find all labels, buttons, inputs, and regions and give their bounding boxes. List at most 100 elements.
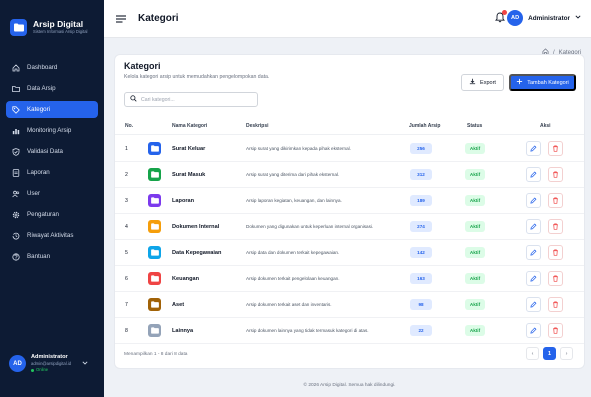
- brand[interactable]: Arsip Digital Sistem Informasi Arsip Dig…: [0, 0, 104, 40]
- edit-button[interactable]: [526, 141, 541, 156]
- delete-button[interactable]: [548, 167, 563, 182]
- history-icon: [12, 232, 20, 240]
- status-badge: Aktif: [465, 273, 485, 284]
- row-number: 2: [125, 172, 128, 178]
- trash-icon: [553, 197, 558, 204]
- sidebar-item-user[interactable]: User: [6, 185, 98, 202]
- check-shield-icon: [12, 147, 20, 156]
- user-menu[interactable]: AD Administrator: [507, 10, 581, 26]
- status-badge: Aktif: [465, 143, 485, 154]
- plus-icon: [516, 78, 523, 87]
- avatar: AD: [9, 355, 26, 372]
- delete-button[interactable]: [548, 323, 563, 338]
- sidebar-item-pengaturan[interactable]: Pengaturan: [6, 206, 98, 223]
- category-description: Arsip data dan dokumen terkait kepegawai…: [246, 250, 340, 255]
- download-icon: [469, 78, 476, 87]
- pencil-icon: [530, 275, 537, 282]
- sidebar-item-dashboard[interactable]: Dashboard: [6, 59, 98, 76]
- table-header: No. Nama Kategori Deskripsi Jumlah Arsip…: [115, 118, 584, 135]
- profile-name: Administrator: [31, 354, 68, 360]
- delete-button[interactable]: [548, 245, 563, 260]
- category-name: Surat Masuk: [172, 172, 206, 178]
- category-name: Aset: [172, 302, 185, 308]
- category-folder-icon: [148, 142, 161, 155]
- sidebar-item-monitoring-arsip[interactable]: Monitoring Arsip: [6, 122, 98, 139]
- edit-button[interactable]: [526, 245, 541, 260]
- trash-icon: [553, 249, 558, 256]
- chevron-down-icon[interactable]: [82, 360, 88, 367]
- home-icon: [12, 63, 20, 72]
- add-category-button[interactable]: Tambah Kategori: [509, 74, 576, 91]
- sidebar-item-data-arsip[interactable]: Data Arsip: [6, 80, 98, 97]
- edit-button[interactable]: [526, 193, 541, 208]
- table-row: 4 Dokumen Internal Dokumen yang digunaka…: [115, 214, 584, 240]
- row-number: 5: [125, 250, 128, 256]
- status-badge: Aktif: [465, 221, 485, 232]
- archive-count-badge: 22: [410, 325, 432, 336]
- table-row: 7 Aset Arsip dokumen terkait aset dan in…: [115, 292, 584, 318]
- category-description: Arsip dokumen terkait aset dan inventari…: [246, 302, 332, 307]
- sidebar-nav: Dashboard Data Arsip Kategori Monitoring…: [0, 59, 104, 269]
- export-button[interactable]: Export: [461, 74, 504, 91]
- sidebar-item-label: Pengaturan: [27, 211, 59, 218]
- table-row: 5 Data Kepegawaian Arsip data dan dokume…: [115, 240, 584, 266]
- delete-button[interactable]: [548, 141, 563, 156]
- header-no: No.: [125, 123, 134, 129]
- table-row: 8 Lainnya Arsip dokumen lainnya yang tid…: [115, 318, 584, 344]
- add-category-button-label: Tambah Kategori: [527, 79, 569, 86]
- edit-button[interactable]: [526, 167, 541, 182]
- search-input[interactable]: [141, 96, 251, 103]
- status-badge: Aktif: [465, 325, 485, 336]
- page-button-1[interactable]: 1: [543, 347, 556, 360]
- table-row: 3 Laporan Arsip laporan kegiatan, keuang…: [115, 188, 584, 214]
- prev-page-button[interactable]: ‹: [526, 347, 539, 360]
- edit-button[interactable]: [526, 271, 541, 286]
- category-description: Arsip surat yang diterima dari pihak eks…: [246, 172, 340, 177]
- sidebar-item-riwayat-aktivitas[interactable]: Riwayat Aktivitas: [6, 227, 98, 244]
- category-folder-icon: [148, 272, 161, 285]
- sidebar-item-label: Kategori: [27, 106, 51, 113]
- sidebar-profile[interactable]: AD Administrator admin@arsipdigital.id O…: [9, 354, 88, 373]
- trash-icon: [553, 301, 558, 308]
- sidebar-item-kategori[interactable]: Kategori: [6, 101, 98, 118]
- delete-button[interactable]: [548, 219, 563, 234]
- category-description: Arsip dokumen terkait pengelolaan keuang…: [246, 276, 340, 281]
- edit-button[interactable]: [526, 323, 541, 338]
- delete-button[interactable]: [548, 193, 563, 208]
- category-name: Dokumen Internal: [172, 224, 220, 230]
- sidebar-item-label: Data Arsip: [27, 85, 56, 92]
- category-folder-icon: [148, 298, 161, 311]
- header-action: Aksi: [540, 123, 551, 129]
- pencil-icon: [530, 197, 537, 204]
- archive-count-badge: 98: [410, 299, 432, 310]
- sidebar-item-label: User: [27, 190, 41, 197]
- edit-button[interactable]: [526, 297, 541, 312]
- archive-count-badge: 163: [410, 273, 432, 284]
- row-number: 1: [125, 146, 128, 152]
- status-badge: Aktif: [465, 247, 485, 258]
- export-button-label: Export: [480, 79, 496, 86]
- sidebar-item-bantuan[interactable]: Bantuan: [6, 248, 98, 265]
- folder-icon: [12, 85, 20, 93]
- sidebar-item-label: Laporan: [27, 169, 50, 176]
- brand-title: Arsip Digital: [33, 19, 84, 29]
- category-name: Data Kepegawaian: [172, 250, 222, 256]
- edit-button[interactable]: [526, 219, 541, 234]
- gear-icon: [12, 211, 20, 219]
- header-name: Nama Kategori: [172, 123, 208, 129]
- category-description: Arsip surat yang dikirimkan kepada pihak…: [246, 146, 351, 151]
- archive-count-badge: 142: [410, 247, 432, 258]
- next-page-button[interactable]: ›: [560, 347, 573, 360]
- archive-count-badge: 274: [410, 221, 432, 232]
- sidebar-item-validasi-data[interactable]: Validasi Data: [6, 143, 98, 160]
- category-name: Laporan: [172, 198, 195, 204]
- delete-button[interactable]: [548, 271, 563, 286]
- row-number: 8: [125, 328, 128, 334]
- row-number: 6: [125, 276, 128, 282]
- delete-button[interactable]: [548, 297, 563, 312]
- sidebar-item-laporan[interactable]: Laporan: [6, 164, 98, 181]
- pagination: ‹ 1 ›: [526, 347, 573, 360]
- pencil-icon: [530, 301, 537, 308]
- hamburger-menu-icon[interactable]: [116, 15, 126, 25]
- notification-bell-icon[interactable]: [495, 10, 507, 25]
